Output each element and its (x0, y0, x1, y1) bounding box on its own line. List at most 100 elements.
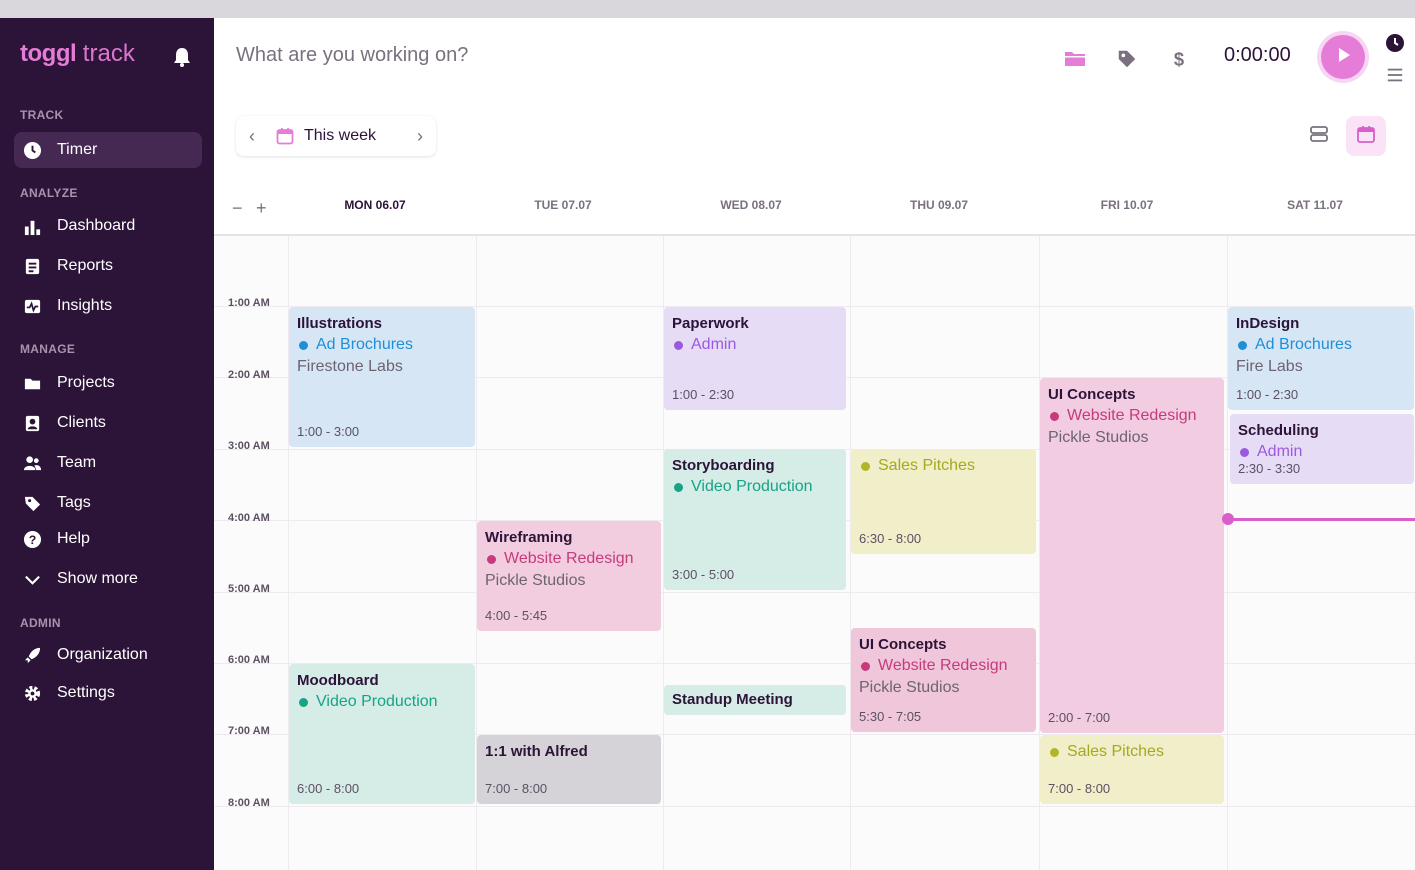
entry-time: 2:30 - 3:30 (1238, 461, 1301, 476)
day-header-thu[interactable]: THU 09.07 (845, 198, 1033, 212)
day-header-fri[interactable]: FRI 10.07 (1033, 198, 1221, 212)
main-area: What are you working on? $ 0:00:00 ‹ Thi… (214, 18, 1415, 870)
project-color-dot (1238, 340, 1247, 350)
sidebar-item-label: Timer (57, 141, 98, 158)
folder-icon (22, 373, 42, 393)
week-selector[interactable]: ‹ This week › (236, 116, 436, 156)
current-time-dot (1222, 513, 1234, 525)
hour-label: 2:00 AM (228, 369, 270, 381)
billable-dollar-icon[interactable]: $ (1166, 46, 1192, 72)
time-entry[interactable]: InDesign Ad Brochures Fire Labs 1:00 - 2… (1228, 307, 1414, 410)
sidebar-item-show-more[interactable]: Show more (14, 561, 202, 597)
sidebar-item-reports[interactable]: Reports (14, 248, 202, 284)
sidebar-item-label: Dashboard (57, 217, 136, 234)
svg-text:?: ? (28, 532, 36, 546)
time-entry[interactable]: Sales Pitches 6:30 - 8:00 (851, 449, 1036, 554)
calendar-icon (276, 127, 294, 145)
sidebar-item-label: Organization (57, 646, 148, 663)
hour-label: 8:00 AM (228, 797, 270, 809)
time-entry[interactable]: UI Concepts Website Redesign Pickle Stud… (851, 628, 1036, 732)
sidebar-item-organization[interactable]: Organization (14, 637, 202, 673)
time-entry[interactable]: Standup Meeting (664, 685, 846, 715)
next-week-chevron-icon[interactable]: › (404, 126, 436, 147)
hour-line (214, 592, 1415, 593)
time-entry[interactable]: Sales Pitches 7:00 - 8:00 (1040, 735, 1224, 804)
sidebar-item-label: Projects (57, 374, 115, 391)
entry-project: Admin (672, 336, 838, 354)
section-manage: MANAGE (20, 342, 76, 356)
sidebar: toggl track TRACK Timer ANALYZE Dashboar… (0, 18, 214, 870)
client-icon (22, 413, 42, 433)
start-timer-button[interactable] (1321, 35, 1365, 79)
column-divider (850, 236, 851, 870)
time-entry[interactable]: UI Concepts Website Redesign Pickle Stud… (1040, 378, 1224, 733)
sidebar-item-help[interactable]: ? Help (14, 521, 202, 557)
project-color-dot (299, 697, 308, 707)
entry-title: UI Concepts (859, 636, 947, 653)
time-entry[interactable]: Moodboard Video Production 6:00 - 8:00 (289, 664, 475, 804)
entry-project: Ad Brochures (1236, 336, 1406, 354)
entry-title: Paperwork (672, 315, 749, 332)
calendar-view-button[interactable] (1346, 116, 1386, 156)
project-color-dot (861, 661, 870, 671)
timer-bar: What are you working on? $ 0:00:00 (214, 18, 1415, 98)
entry-client: Pickle Studios (859, 679, 960, 696)
time-entry[interactable]: Illustrations Ad Brochures Firestone Lab… (289, 307, 475, 447)
sidebar-item-settings[interactable]: Settings (14, 675, 202, 711)
sidebar-item-tags[interactable]: Tags (14, 485, 202, 521)
zoom-out-button[interactable]: − (232, 198, 243, 219)
day-header-mon[interactable]: MON 06.07 (281, 198, 469, 212)
entry-time: 3:00 - 5:00 (672, 567, 735, 582)
entry-client: Fire Labs (1236, 358, 1303, 375)
sidebar-item-timer[interactable]: Timer (14, 132, 202, 168)
calendar-grid[interactable]: 1:00 AM 2:00 AM 3:00 AM 4:00 AM 5:00 AM … (214, 236, 1415, 870)
manual-mode-list-icon[interactable] (1382, 62, 1408, 88)
project-color-dot (487, 554, 496, 564)
toggl-track-logo[interactable]: toggl track (20, 40, 135, 68)
time-entry[interactable]: Storyboarding Video Production 3:00 - 5:… (664, 449, 846, 590)
tag-icon[interactable] (1114, 46, 1140, 72)
project-color-dot (1050, 411, 1059, 421)
entry-project: Admin (1238, 443, 1406, 461)
previous-week-chevron-icon[interactable]: ‹ (236, 126, 268, 147)
app-window: toggl track TRACK Timer ANALYZE Dashboar… (0, 18, 1415, 870)
sidebar-item-projects[interactable]: Projects (14, 365, 202, 401)
hour-label: 5:00 AM (228, 583, 270, 595)
zoom-in-button[interactable]: + (256, 198, 267, 219)
sidebar-item-label: Help (57, 530, 90, 547)
insights-icon (22, 296, 42, 316)
entry-time: 5:30 - 7:05 (859, 709, 922, 724)
sidebar-item-dashboard[interactable]: Dashboard (14, 208, 202, 244)
entry-project: Video Production (672, 478, 838, 496)
sidebar-item-label: Reports (57, 257, 114, 274)
entry-title: 1:1 with Alfred (485, 743, 588, 760)
description-input[interactable]: What are you working on? (236, 44, 468, 67)
project-color-dot (861, 461, 870, 471)
project-folder-icon[interactable] (1062, 46, 1088, 72)
report-icon (22, 256, 42, 276)
entry-time: 1:00 - 2:30 (672, 387, 735, 402)
timer-mode-clock-icon[interactable] (1382, 30, 1408, 56)
day-header-wed[interactable]: WED 08.07 (657, 198, 845, 212)
time-entry[interactable]: Scheduling Admin 2:30 - 3:30 (1230, 414, 1414, 484)
day-header-tue[interactable]: TUE 07.07 (469, 198, 657, 212)
sidebar-item-team[interactable]: Team (14, 445, 202, 481)
hour-label: 4:00 AM (228, 512, 270, 524)
play-icon (1333, 45, 1353, 70)
entry-client: Pickle Studios (485, 572, 586, 589)
calendar-view-icon (1356, 124, 1376, 149)
project-color-dot (674, 482, 683, 492)
list-view-button[interactable] (1299, 116, 1339, 156)
day-header-sat[interactable]: SAT 11.07 (1221, 198, 1409, 212)
sidebar-item-label: Settings (57, 684, 115, 701)
hour-label: 7:00 AM (228, 725, 270, 737)
time-entry[interactable]: 1:1 with Alfred 7:00 - 8:00 (477, 735, 661, 804)
svg-text:$: $ (1174, 48, 1184, 69)
time-entry[interactable]: Wireframing Website Redesign Pickle Stud… (477, 521, 661, 631)
sidebar-item-insights[interactable]: Insights (14, 288, 202, 324)
time-entry[interactable]: Paperwork Admin 1:00 - 2:30 (664, 307, 846, 410)
entry-client: Pickle Studios (1048, 429, 1149, 446)
sidebar-item-clients[interactable]: Clients (14, 405, 202, 441)
notifications-bell-icon[interactable] (172, 46, 192, 68)
sidebar-item-label: Clients (57, 414, 106, 431)
